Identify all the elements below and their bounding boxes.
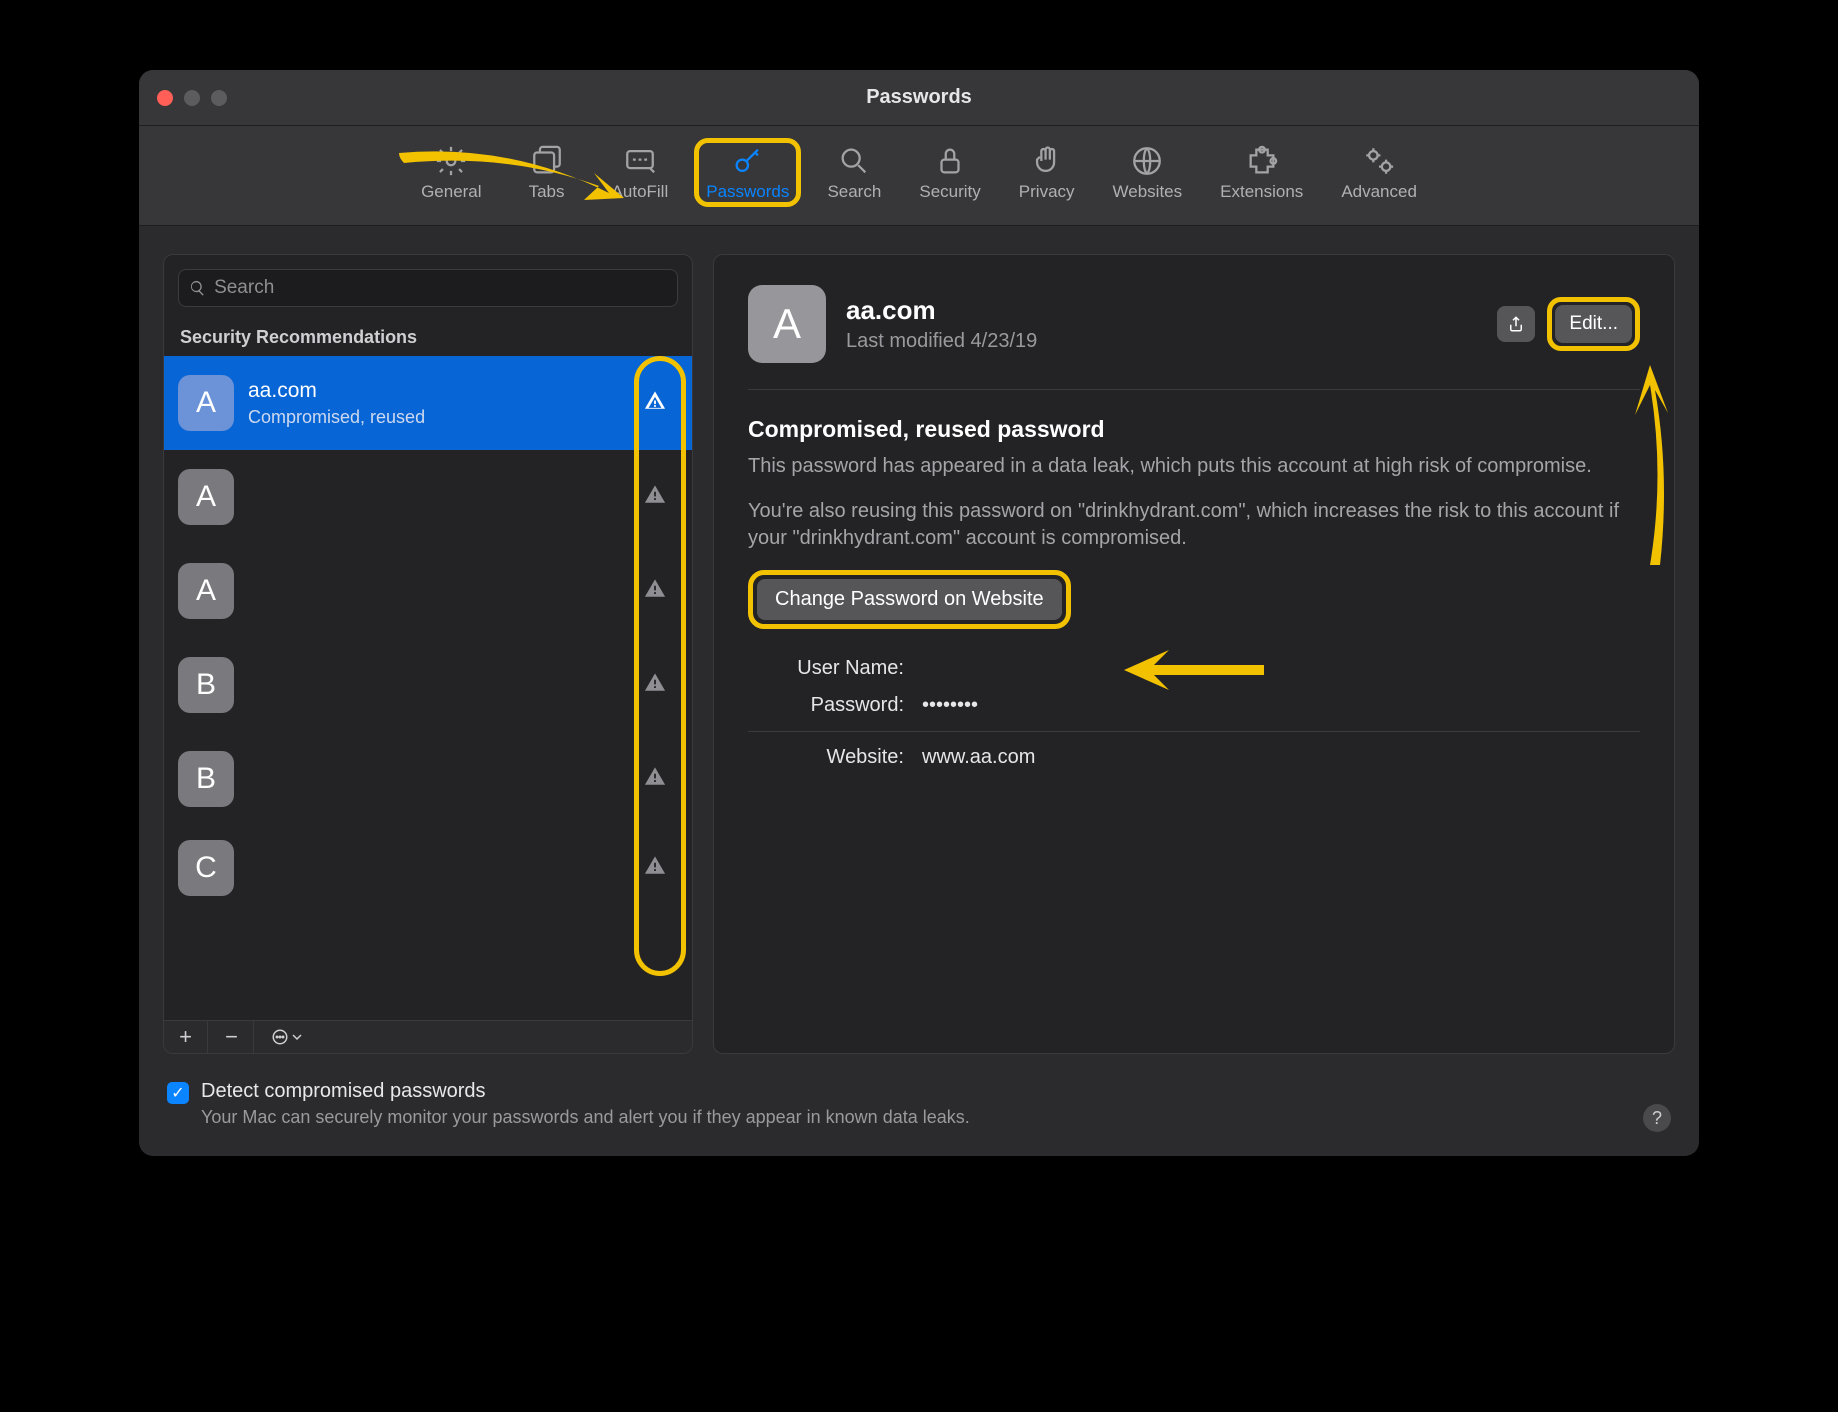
tab-label: AutoFill (612, 182, 669, 202)
warning-icon (644, 390, 666, 417)
traffic-lights (157, 90, 227, 106)
lock-icon (933, 146, 967, 176)
tab-label: Passwords (706, 182, 789, 202)
tab-label: Security (919, 182, 980, 202)
tab-label: Tabs (529, 182, 565, 202)
annotation-highlight: Change Password on Website (748, 570, 1071, 629)
hand-icon (1030, 146, 1064, 176)
chevron-down-icon (292, 1032, 302, 1042)
sidebar: Security Recommendations A aa.com Compro… (163, 254, 693, 1054)
toolbar: General Tabs AutoFill Passwords Search (139, 126, 1699, 226)
warning-heading: Compromised, reused password (748, 416, 1640, 443)
username-value[interactable] (922, 657, 1640, 680)
avatar: C (178, 840, 234, 896)
tab-label: Privacy (1019, 182, 1075, 202)
avatar: A (178, 375, 234, 431)
divider (748, 389, 1640, 390)
list-item[interactable]: B (164, 732, 692, 826)
tab-advanced[interactable]: Advanced (1329, 138, 1429, 207)
puzzle-icon (1245, 146, 1279, 176)
website-label: Website: (748, 746, 904, 769)
username-label: User Name: (748, 657, 904, 680)
close-button[interactable] (157, 90, 173, 106)
tab-security[interactable]: Security (907, 138, 992, 207)
website-value[interactable]: www.aa.com (922, 746, 1640, 769)
tab-general[interactable]: General (409, 138, 493, 207)
search-input[interactable] (178, 269, 678, 307)
tab-privacy[interactable]: Privacy (1007, 138, 1087, 207)
detect-compromised-checkbox[interactable]: ✓ (167, 1082, 189, 1104)
share-button[interactable] (1497, 306, 1535, 342)
search-icon (837, 146, 871, 176)
avatar: A (178, 469, 234, 525)
tab-label: Advanced (1341, 182, 1417, 202)
share-icon (1507, 314, 1525, 334)
footer-sub: Your Mac can securely monitor your passw… (201, 1107, 970, 1128)
preferences-window: Passwords General Tabs AutoFill Password… (139, 70, 1699, 1156)
password-list[interactable]: A aa.com Compromised, reused A A (164, 356, 692, 1020)
section-header: Security Recommendations (164, 317, 692, 356)
change-password-button[interactable]: Change Password on Website (757, 579, 1062, 620)
tab-websites[interactable]: Websites (1101, 138, 1195, 207)
tab-autofill[interactable]: AutoFill (600, 138, 681, 207)
list-item-sub: Compromised, reused (248, 407, 678, 428)
ellipsis-icon (271, 1028, 289, 1046)
window-title: Passwords (866, 86, 972, 109)
detail-panel: A aa.com Last modified 4/23/19 Edit... C… (713, 254, 1675, 1054)
warning-icon (644, 766, 666, 793)
tab-label: General (421, 182, 481, 202)
tab-search[interactable]: Search (815, 138, 893, 207)
avatar: B (178, 657, 234, 713)
list-item[interactable]: A (164, 544, 692, 638)
footer: ✓ Detect compromised passwords Your Mac … (139, 1072, 1699, 1156)
remove-button[interactable]: − (210, 1021, 254, 1053)
edit-button[interactable]: Edit... (1555, 305, 1632, 343)
warning-icon (644, 578, 666, 605)
password-label: Password: (748, 694, 904, 717)
gears-icon (1362, 146, 1396, 176)
detail-title: aa.com (846, 295, 1477, 326)
divider (748, 731, 1640, 732)
tabs-icon (530, 146, 564, 176)
search-field[interactable] (214, 277, 667, 299)
list-item[interactable]: A aa.com Compromised, reused (164, 356, 692, 450)
warning-body: You're also reusing this password on "dr… (748, 498, 1640, 552)
globe-icon (1130, 146, 1164, 176)
warning-icon (644, 672, 666, 699)
list-item-title: aa.com (248, 379, 678, 403)
detail-last-modified: Last modified 4/23/19 (846, 330, 1477, 353)
detail-header: A aa.com Last modified 4/23/19 Edit... (748, 285, 1640, 363)
password-value[interactable]: •••••••• (922, 694, 1640, 717)
maximize-button[interactable] (211, 90, 227, 106)
add-button[interactable]: + (164, 1021, 208, 1053)
gear-icon (434, 146, 468, 176)
avatar: B (178, 751, 234, 807)
avatar: A (178, 563, 234, 619)
key-icon (731, 146, 765, 176)
tab-tabs[interactable]: Tabs (508, 138, 586, 207)
warning-icon (644, 484, 666, 511)
tab-label: Websites (1113, 182, 1183, 202)
search-icon (189, 279, 206, 297)
titlebar: Passwords (139, 70, 1699, 126)
autofill-icon (623, 146, 657, 176)
tab-label: Extensions (1220, 182, 1303, 202)
minimize-button[interactable] (184, 90, 200, 106)
list-item[interactable]: A (164, 450, 692, 544)
content: Security Recommendations A aa.com Compro… (139, 226, 1699, 1072)
list-item[interactable]: C (164, 826, 692, 910)
annotation-highlight: Edit... (1547, 297, 1640, 351)
footer-title: Detect compromised passwords (201, 1080, 970, 1103)
list-item[interactable]: B (164, 638, 692, 732)
warning-body: This password has appeared in a data lea… (748, 453, 1640, 480)
more-button[interactable] (256, 1021, 316, 1053)
tab-extensions[interactable]: Extensions (1208, 138, 1315, 207)
help-button[interactable]: ? (1643, 1104, 1671, 1132)
credentials-grid: User Name: Password: •••••••• Website: w… (748, 657, 1640, 769)
sidebar-toolbar: + − (164, 1020, 692, 1053)
detail-avatar: A (748, 285, 826, 363)
warning-icon (644, 855, 666, 882)
tab-label: Search (827, 182, 881, 202)
tab-passwords[interactable]: Passwords (694, 138, 801, 207)
